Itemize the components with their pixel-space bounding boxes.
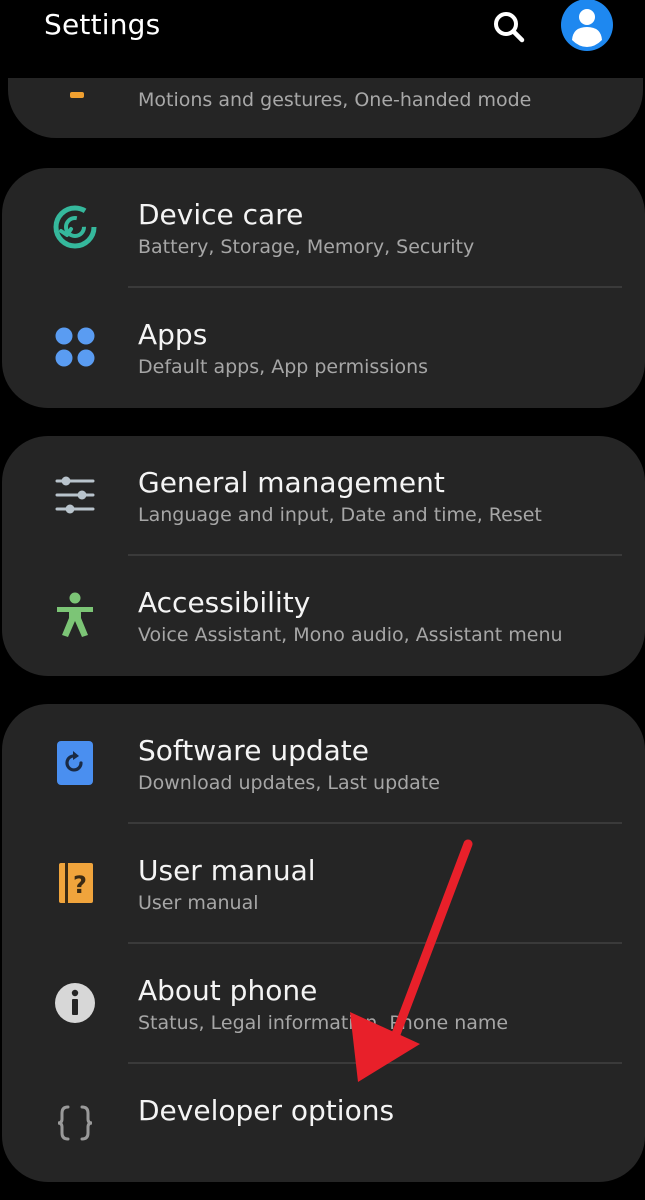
- search-button[interactable]: [486, 4, 532, 50]
- developer-options-title: Developer options: [138, 1094, 395, 1127]
- sliders-icon: [48, 468, 102, 522]
- user-manual-subtitle: User manual: [138, 892, 259, 914]
- software-update-title: Software update: [138, 734, 369, 767]
- software-update-subtitle: Download updates, Last update: [138, 772, 440, 794]
- about-phone-subtitle: Status, Legal information, Phone name: [138, 1012, 509, 1034]
- settings-item-device-care[interactable]: Device care Battery, Storage, Memory, Se…: [2, 168, 645, 288]
- settings-item-software-update[interactable]: Software update Download updates, Last u…: [2, 704, 645, 824]
- accessibility-icon: [48, 588, 102, 642]
- braces-icon: [48, 1096, 102, 1150]
- accessibility-title: Accessibility: [138, 586, 311, 619]
- app-header: Settings: [0, 0, 645, 54]
- settings-group-3: Software update Download updates, Last u…: [2, 704, 645, 1182]
- apps-icon: [48, 320, 102, 374]
- device-care-title: Device care: [138, 198, 304, 231]
- advanced-features-icon: [70, 92, 84, 98]
- svg-text:?: ?: [73, 871, 87, 899]
- settings-item-developer-options[interactable]: Developer options: [2, 1064, 645, 1182]
- settings-item-user-manual[interactable]: ? User manual User manual: [2, 824, 645, 944]
- general-management-subtitle: Language and input, Date and time, Reset: [138, 504, 542, 526]
- user-manual-title: User manual: [138, 854, 316, 887]
- settings-item-apps[interactable]: Apps Default apps, App permissions: [2, 288, 645, 408]
- general-management-title: General management: [138, 466, 445, 499]
- info-icon: [48, 976, 102, 1030]
- software-update-icon: [48, 736, 102, 790]
- account-icon: [561, 0, 613, 51]
- apps-subtitle: Default apps, App permissions: [138, 356, 429, 378]
- accessibility-subtitle: Voice Assistant, Mono audio, Assistant m…: [138, 624, 563, 646]
- settings-item-accessibility[interactable]: Accessibility Voice Assistant, Mono audi…: [2, 556, 645, 676]
- device-care-subtitle: Battery, Storage, Memory, Security: [138, 236, 475, 258]
- apps-title: Apps: [138, 318, 208, 351]
- settings-card-advanced-features[interactable]: Motions and gestures, One-handed mode: [8, 78, 643, 138]
- settings-item-general-management[interactable]: General management Language and input, D…: [2, 436, 645, 556]
- page-title: Settings: [44, 8, 161, 41]
- settings-group-1: Device care Battery, Storage, Memory, Se…: [2, 168, 645, 408]
- user-manual-icon: ?: [48, 856, 102, 910]
- advanced-features-subtitle: Motions and gestures, One-handed mode: [138, 89, 532, 111]
- account-button[interactable]: [560, 0, 614, 52]
- about-phone-title: About phone: [138, 974, 318, 1007]
- settings-group-2: General management Language and input, D…: [2, 436, 645, 676]
- settings-item-about-phone[interactable]: About phone Status, Legal information, P…: [2, 944, 645, 1064]
- device-care-icon: [48, 200, 102, 254]
- search-icon: [494, 12, 525, 43]
